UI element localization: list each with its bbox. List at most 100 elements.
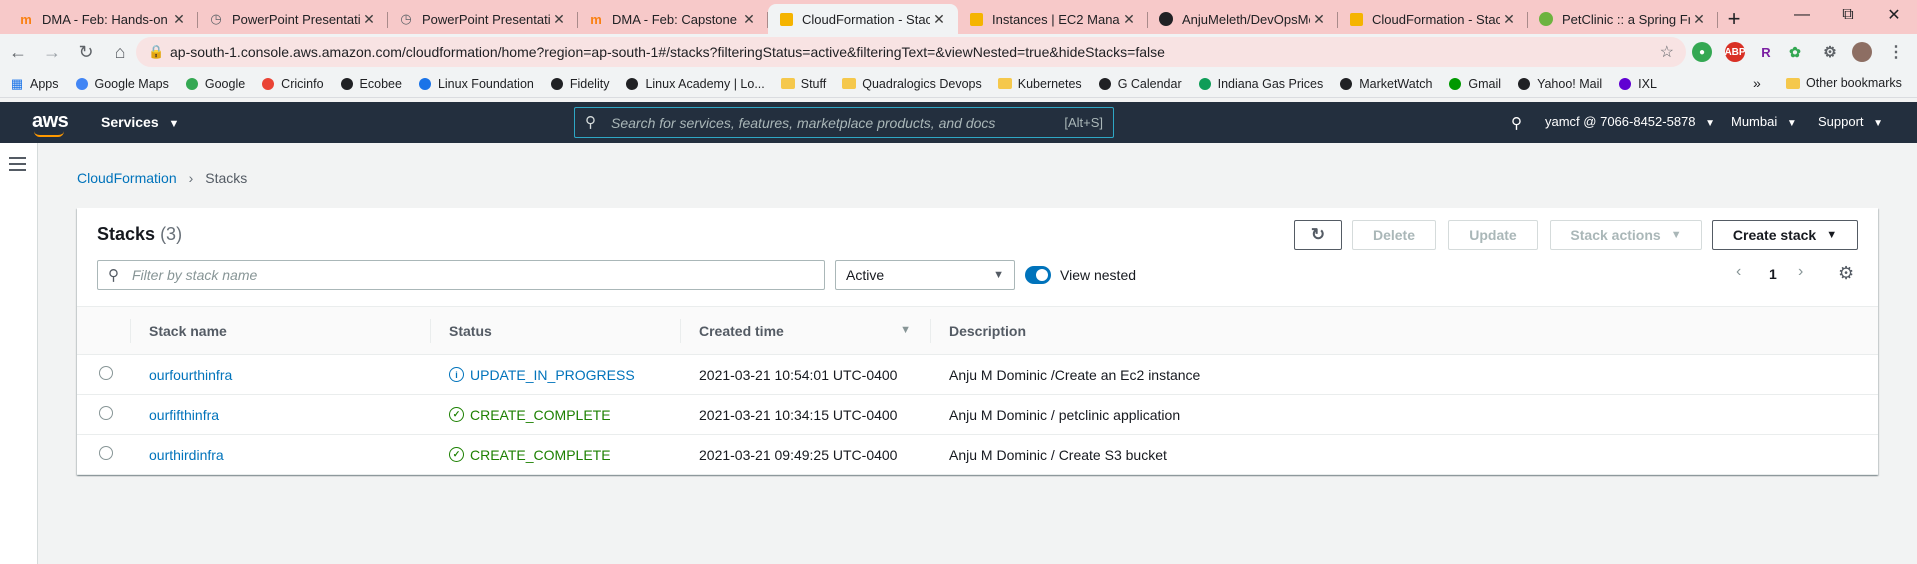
bookmark-item[interactable]: Quadralogics Devops [842,77,982,91]
bookmark-item[interactable]: Linux Foundation [418,77,534,91]
stack-name-link[interactable]: ourfifthinfra [149,407,219,423]
notifications-bell-icon[interactable]: ⚲ [1511,114,1522,132]
account-menu[interactable]: yamcf @ 7066-8452-5878 ▼ [1545,114,1715,129]
close-tab-icon[interactable]: ✕ [550,11,568,28]
previous-page-icon[interactable]: ‹ [1736,263,1741,281]
browser-tab[interactable]: CloudFormation - Stack ✕ [768,4,958,34]
created-time-cell: 2021-03-21 09:49:25 UTC-0400 [681,434,931,475]
update-button[interactable]: Update [1448,220,1538,250]
browser-tab[interactable]: PetClinic :: a Spring Fra ✕ [1528,4,1718,34]
services-menu[interactable]: Services ▼ [101,114,179,130]
extensions-puzzle-icon[interactable]: ⚙ [1820,42,1840,62]
aws-search-box[interactable]: ⚲ [Alt+S] [574,107,1114,138]
refresh-button[interactable]: ↻ [1294,220,1342,250]
extension-green-icon[interactable]: ● [1692,42,1712,62]
next-page-icon[interactable]: › [1798,263,1803,281]
current-page-number[interactable]: 1 [1769,266,1777,282]
bookmark-item[interactable]: Stuff [780,77,826,91]
stack-name-link[interactable]: ourfourthinfra [149,367,232,383]
column-header-status[interactable]: Status [431,306,681,355]
stack-filter-input[interactable] [132,265,812,285]
side-navigation [0,143,38,564]
profile-avatar[interactable] [1852,42,1872,62]
forward-icon[interactable]: → [36,36,68,68]
adblock-icon[interactable]: ABP [1724,42,1746,62]
view-nested-label: View nested [1060,267,1137,283]
browser-tab[interactable]: CloudFormation - Stac ✕ [1338,4,1528,34]
row-radio-button[interactable] [99,446,113,460]
home-icon[interactable]: ⌂ [104,36,136,68]
browser-tab[interactable]: Instances | EC2 Manag ✕ [958,4,1148,34]
aws-logo[interactable]: aws [32,110,69,137]
close-tab-icon[interactable]: ✕ [360,11,378,28]
browser-tab[interactable]: ◷ PowerPoint Presentatio ✕ [198,4,388,34]
row-radio-button[interactable] [99,366,113,380]
support-menu[interactable]: Support ▼ [1818,114,1883,129]
close-window-icon[interactable]: ✕ [1871,0,1917,30]
browser-tab[interactable]: m DMA - Feb: Capstone P ✕ [578,4,768,34]
bookmark-item[interactable]: MarketWatch [1339,77,1432,91]
close-tab-icon[interactable]: ✕ [1310,11,1328,28]
close-tab-icon[interactable]: ✕ [1690,11,1708,28]
bookmark-item[interactable]: Yahoo! Mail [1517,77,1602,91]
other-bookmarks[interactable]: Other bookmarks [1786,76,1902,90]
bookmark-item[interactable]: G Calendar [1098,77,1182,91]
address-bar[interactable]: 🔒 ap-south-1.console.aws.amazon.com/clou… [136,37,1686,67]
stack-actions-button[interactable]: Stack actions ▼ [1550,220,1702,250]
create-stack-button[interactable]: Create stack ▼ [1712,220,1858,250]
bookmark-item[interactable]: Gmail [1448,77,1501,91]
table-row[interactable]: ourfifthinfra ✓ CREATE_COMPLETE 2021-03-21 … [77,394,1878,435]
bookmark-item[interactable]: Fidelity [550,77,609,91]
status-filter-select[interactable]: Active ▼ [835,260,1015,290]
extension-r-icon[interactable]: R [1756,42,1776,62]
reload-icon[interactable]: ↻ [70,36,102,68]
bookmark-item[interactable]: Cricinfo [261,77,324,91]
extension-leaf-icon[interactable]: ✿ [1785,42,1805,62]
back-icon[interactable]: ← [2,36,34,68]
minimize-icon[interactable]: — [1779,0,1825,30]
aws-search-input[interactable] [611,112,1031,134]
bookmark-item[interactable]: ▦ Apps [10,76,59,91]
table-row[interactable]: ourthirdinfra ✓ CREATE_COMPLETE 2021-03-21 … [77,434,1878,475]
column-header-description[interactable]: Description [931,306,1878,355]
close-tab-icon[interactable]: ✕ [170,11,188,28]
bookmarks-overflow-icon[interactable]: » [1753,75,1761,91]
stack-filter[interactable]: ⚲ [97,260,825,290]
browser-tab[interactable]: m DMA - Feb: Hands-on I ✕ [8,4,198,34]
stack-name-cell: ourfifthinfra [131,394,431,435]
bookmark-item[interactable]: IXL [1618,77,1657,91]
row-radio-button[interactable] [99,406,113,420]
view-nested-toggle[interactable] [1025,266,1051,284]
aws-cube-icon [778,11,794,27]
site-icon [185,77,199,91]
gear-icon[interactable]: ⚙ [1838,263,1854,284]
bookmark-item[interactable]: Linux Academy | Lo... [625,77,765,91]
column-header-created-time[interactable]: Created time ▼ [681,306,931,355]
close-tab-icon[interactable]: ✕ [1120,11,1138,28]
caret-down-icon: ▼ [1705,118,1716,129]
breadcrumb-cloudformation[interactable]: CloudFormation [77,170,177,186]
close-tab-icon[interactable]: ✕ [1500,11,1518,28]
browser-tab[interactable]: ◷ PowerPoint Presentatio ✕ [388,4,578,34]
page-title: Stacks (3) [97,224,183,244]
browser-tab[interactable]: AnjuMeleth/DevOpsMo ✕ [1148,4,1338,34]
lock-icon: 🔒 [148,44,165,59]
table-row[interactable]: ourfourthinfra i UPDATE_IN_PROGRESS 2021-03… [77,354,1878,395]
bookmark-item[interactable]: Ecobee [340,77,402,91]
bookmark-item[interactable]: Kubernetes [997,77,1082,91]
new-tab-button[interactable]: + [1718,4,1750,34]
delete-button[interactable]: Delete [1352,220,1436,250]
region-menu[interactable]: Mumbai ▼ [1731,114,1797,129]
browser-menu-icon[interactable]: ⋮ [1886,42,1906,62]
github-icon [1158,11,1174,27]
column-header-stack-name[interactable]: Stack name [131,306,431,355]
hamburger-menu-icon[interactable] [9,157,26,175]
bookmark-star-icon[interactable]: ☆ [1660,42,1674,62]
stack-name-link[interactable]: ourthirdinfra [149,447,224,463]
bookmark-item[interactable]: Google [185,77,245,91]
bookmark-item[interactable]: Indiana Gas Prices [1198,77,1323,91]
close-tab-icon[interactable]: ✕ [740,11,758,28]
close-tab-icon[interactable]: ✕ [930,11,948,28]
restore-icon[interactable]: ⧉ [1825,0,1871,30]
bookmark-item[interactable]: Google Maps [75,77,169,91]
